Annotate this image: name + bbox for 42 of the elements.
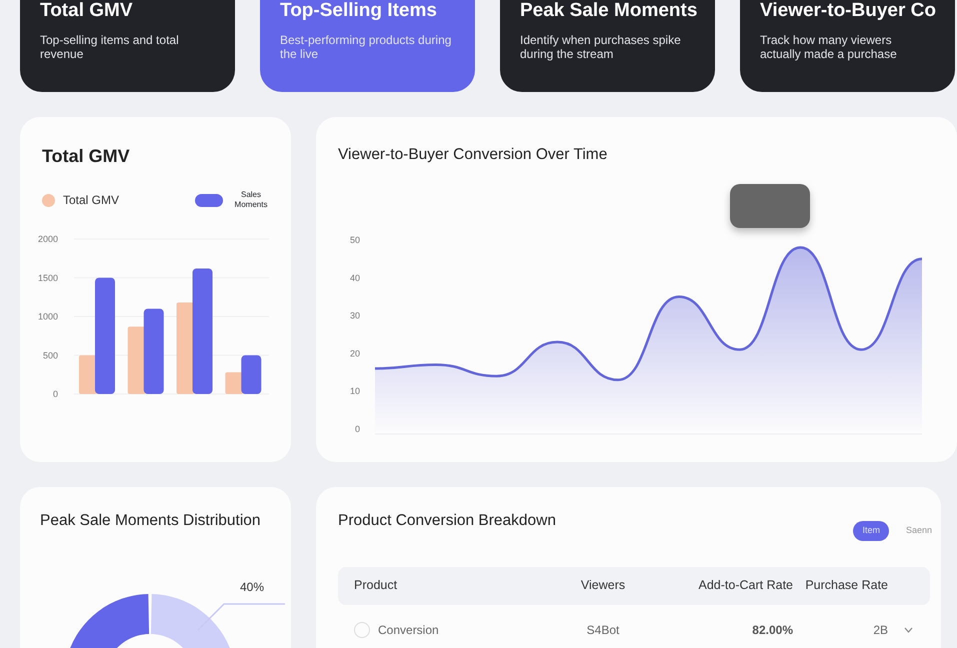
axis-label: 20 bbox=[350, 348, 360, 359]
column-header: Product bbox=[353, 577, 398, 594]
feature-card[interactable]: Total GMV Top-selling items and total revenue bbox=[20, 0, 235, 92]
slice-label: 40% bbox=[240, 580, 264, 594]
legend-label: Total GMV bbox=[63, 192, 120, 210]
axis-label: 40 bbox=[350, 273, 360, 284]
card-description: Best-performing products during the live bbox=[280, 32, 452, 61]
panel-title: Peak Sale Moments Distribution bbox=[40, 511, 262, 531]
column-header: Add-to-Cart Rate bbox=[698, 577, 793, 594]
panel-title: Viewer-to-Buyer Conversion Over Time bbox=[338, 145, 608, 165]
table-cell-text: 82.00% bbox=[751, 622, 793, 638]
feature-card[interactable]: Top-Selling Items Best-performing products during the live bbox=[260, 0, 475, 92]
axis-label: 10 bbox=[350, 386, 360, 396]
column-header: Purchase Rate bbox=[804, 577, 888, 594]
product-icon bbox=[354, 622, 370, 638]
axis-label: 0 bbox=[52, 388, 58, 399]
axis-label: 50 bbox=[350, 235, 360, 246]
chevron-icon[interactable] bbox=[904, 626, 913, 632]
panel-title: Total GMV bbox=[42, 145, 131, 168]
card-title: Viewer-to-Buyer Co bbox=[760, 0, 935, 23]
card-title: Peak Sale Moments bbox=[520, 0, 695, 23]
panel-title: Product Conversion Breakdown bbox=[338, 511, 556, 531]
axis-label: 1000 bbox=[38, 311, 58, 322]
card-title: Top-Selling Items bbox=[280, 0, 438, 23]
table-cell-text: 2B bbox=[872, 622, 888, 638]
toggle-option[interactable]: Item bbox=[853, 521, 889, 540]
feature-card[interactable]: Viewer-to-Buyer Co Track how many viewers actually made a purchase bbox=[740, 0, 955, 92]
card-description: Top-selling items and total revenue bbox=[40, 32, 180, 61]
card-title: Total GMV bbox=[40, 0, 134, 23]
column-header: Viewers bbox=[580, 577, 626, 594]
feature-card[interactable]: Peak Sale Moments Identify when purchases spike during the stream bbox=[500, 0, 715, 92]
bar bbox=[128, 326, 146, 394]
card-description: Identify when purchases spike during the stream bbox=[520, 32, 682, 61]
axis-label: 500 bbox=[42, 350, 58, 360]
axis-label: 30 bbox=[350, 310, 360, 321]
axis-label: 1500 bbox=[38, 272, 58, 283]
axis-label: 2000 bbox=[38, 234, 58, 244]
legend-label: Sales Moments bbox=[234, 190, 268, 211]
axis-label: 0 bbox=[354, 424, 360, 434]
card-description: Track how many viewers actually made a purchase bbox=[760, 32, 898, 61]
table-cell-text: Conversion bbox=[378, 622, 439, 638]
table-cell-text: S4Bot bbox=[586, 622, 620, 638]
